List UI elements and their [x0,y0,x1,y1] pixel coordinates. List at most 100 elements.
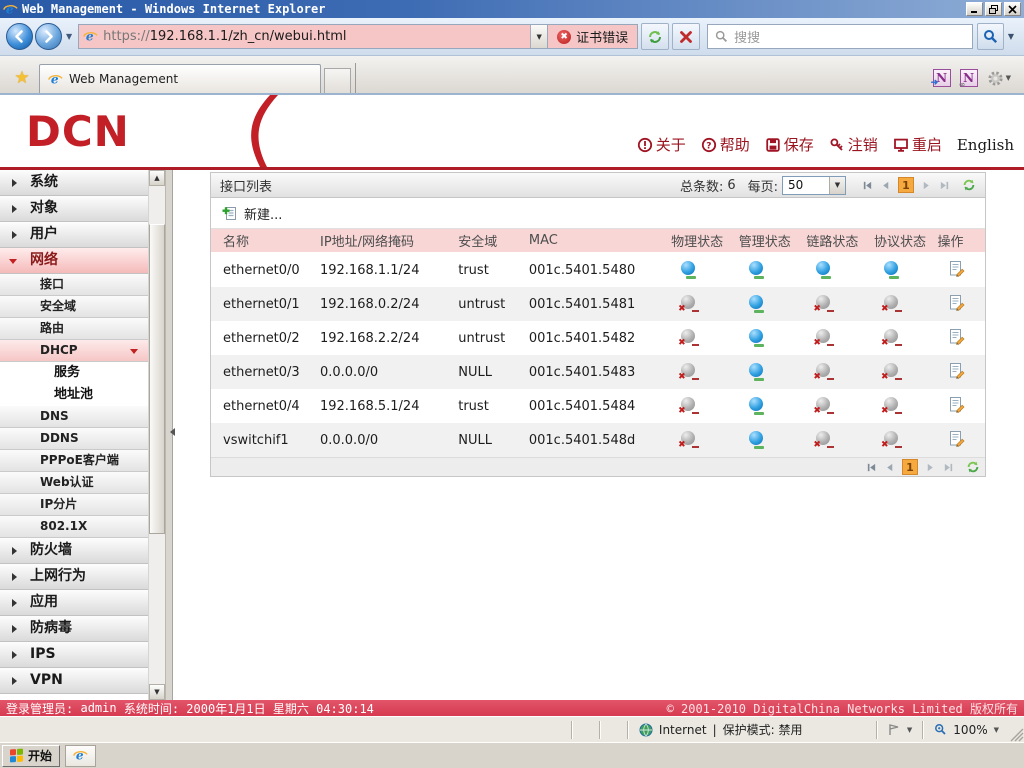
refresh-list-icon[interactable] [966,460,980,474]
zone-divider: | [712,722,717,737]
history-dropdown-icon[interactable]: ▼ [66,32,72,41]
edit-icon[interactable] [948,294,965,311]
scroll-down-icon[interactable]: ▼ [149,684,165,700]
cell-link-status [806,355,874,389]
sidebar-item-ip-frag[interactable]: IP分片 [0,494,148,516]
internet-globe-icon [639,723,653,736]
back-button[interactable] [6,23,33,50]
sidebar-item-antivirus[interactable]: 防病毒 [0,616,148,642]
start-button[interactable]: 开始 [2,744,61,767]
stop-button[interactable] [672,23,701,50]
panel-title: 接口列表 [220,179,273,195]
cell-protocol-status [874,389,938,423]
svg-text:e: e [51,72,59,86]
table-row-ethernet0/1: ethernet0/1 192.168.0.2/24 untrust 001c.540… [211,287,985,321]
window-title: Web Management - Windows Internet Explor… [22,2,326,16]
cell-admin-status [739,321,807,355]
cell-name: ethernet0/2 [223,330,300,346]
forward-button[interactable] [35,23,62,50]
header-link-english[interactable]: English [957,136,1014,154]
tools-gear-icon[interactable]: ▼ [987,70,1011,87]
sidebar-item-vpn[interactable]: VPN [0,668,148,694]
cell-name: ethernet0/3 [211,355,320,389]
onenote-send-icon[interactable]: N ➜ [931,69,951,88]
sidebar-item-pppoe-client[interactable]: PPPoE客户端 [0,450,148,472]
header-link-restart[interactable]: 重启 [893,134,942,155]
sidebar-item-dot1x[interactable]: 802.1X [0,516,148,538]
pager-next-button[interactable] [925,462,936,473]
scrollbar-thumb[interactable] [149,224,165,534]
sidebar-item-user[interactable]: 用户 [0,222,148,248]
header-link-save[interactable]: 保存 [765,134,814,155]
certificate-error-label: 证书错误 [576,31,629,46]
pager-last-button[interactable] [939,180,950,191]
chevron-right-icon [12,651,21,659]
sidebar-item-application[interactable]: 应用 [0,590,148,616]
sidebar-item-ddns[interactable]: DDNS [0,428,148,450]
sidebar-splitter[interactable] [165,170,175,700]
edit-icon[interactable] [948,430,965,447]
header-link-help[interactable]: ? 帮助 [701,134,750,155]
cell-link-status [806,287,874,321]
cell-admin-status [738,355,807,389]
favorites-button[interactable]: ★ [5,64,39,91]
pager-first-button[interactable] [862,180,873,191]
sidebar-item-route[interactable]: 路由 [0,318,148,340]
address-bar[interactable]: e https://192.168.1.1/zh_cn/webui.html ▼ [78,24,549,49]
sidebar-item-label: IPS [30,646,56,662]
sidebar-item-firewall[interactable]: 防火墙 [0,538,148,564]
refresh-button[interactable] [641,23,670,50]
onenote-linked-icon[interactable]: N ∞ [959,69,978,89]
column-header-6: 链路状态 [806,229,874,254]
minimize-button[interactable] [966,2,983,16]
panel-header: 接口列表 总条数: 6 每页: 50 ▼ 1 [211,173,985,198]
search-options-dropdown-icon[interactable]: ▼ [1008,32,1014,41]
search-input[interactable]: 搜搜 [707,24,973,49]
per-page-select[interactable]: 50 ▼ [782,175,846,195]
zoom-control[interactable]: 100% ▼ [925,717,1008,742]
new-button[interactable]: 新建... [222,204,282,223]
column-header-3: MAC [528,229,672,254]
sidebar-item-system[interactable]: 系统 [0,170,148,196]
edit-icon[interactable] [948,328,965,345]
edit-icon[interactable] [948,362,965,379]
header-link-about[interactable]: 关于 [637,134,686,155]
taskbar-ie-button[interactable]: e [65,744,97,767]
restore-button[interactable] [985,2,1002,16]
pager-prev-button[interactable] [880,180,891,191]
search-go-button[interactable] [976,23,1004,50]
sidebar-item-object[interactable]: 对象 [0,196,148,222]
edit-icon[interactable] [948,260,965,277]
header-link-logout[interactable]: 注销 [829,134,878,155]
sidebar-item-dns[interactable]: DNS [0,406,148,428]
address-dropdown-button[interactable]: ▼ [530,25,548,48]
sidebar-item-dhcp-service[interactable]: 服务 [0,362,148,384]
sidebar-item-net-behavior[interactable]: 上网行为 [0,564,148,590]
pager-prev-button[interactable] [884,462,895,473]
sidebar-item-interface[interactable]: 接口 [0,274,148,296]
sidebar-item-dhcp[interactable]: DHCP [0,340,148,362]
sidebar-item-web-auth[interactable]: Web认证 [0,472,148,494]
edit-icon[interactable] [948,396,965,413]
pager-next-button[interactable] [921,180,932,191]
sidebar-item-network[interactable]: 网络 [0,248,148,274]
close-button[interactable] [1004,2,1021,16]
zone-settings-button[interactable]: ▼ [879,717,921,742]
pager-first-button[interactable] [866,462,877,473]
refresh-list-icon[interactable] [962,178,976,192]
pager-last-button[interactable] [943,462,954,473]
resize-grip[interactable] [1010,728,1024,742]
certificate-error-badge[interactable]: ✖ 证书错误 [548,24,639,49]
scroll-up-icon[interactable]: ▲ [149,170,165,186]
tab-web-management[interactable]: e Web Management [39,64,321,93]
sidebar-item-security-zone[interactable]: 安全域 [0,296,148,318]
cell-operation [937,423,985,457]
cell-ip: 0.0.0.0/0 [319,423,459,457]
sidebar-scrollbar[interactable]: ▲ ▼ [148,170,165,700]
session-status-bar: 登录管理员: admin 系统时间: 2000年1月1日 星期六 04:30:1… [0,700,1024,716]
admin-label: 登录管理员: [6,701,74,716]
sidebar-item-dhcp-pool[interactable]: 地址池 [0,384,148,406]
new-tab-stub[interactable] [324,68,351,93]
sidebar-item-ips[interactable]: IPS [0,642,148,668]
column-header-2: 安全域 [458,229,529,254]
